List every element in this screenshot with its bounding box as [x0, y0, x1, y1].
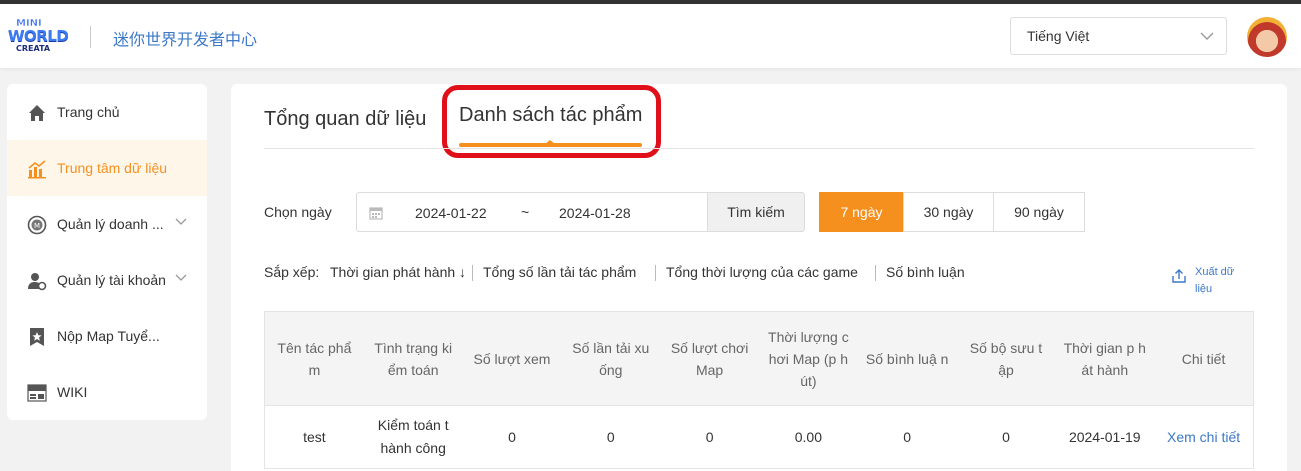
end-date-input[interactable]: 2024-01-28: [559, 205, 631, 221]
column-header: Tên tác phẩm: [277, 339, 352, 378]
tabs-divider: [264, 148, 1254, 149]
chevron-down-icon: [175, 218, 187, 225]
table-header: Tên tác phẩm Tình trạng ki ểm toán Số lư…: [265, 312, 1253, 406]
column-header: Thời gian p hát hành: [1063, 339, 1146, 378]
table-cell: 2024-01-19: [1068, 428, 1141, 445]
site-title[interactable]: 迷你世界开发者中心: [113, 26, 257, 50]
chevron-down-icon: [175, 274, 187, 281]
table-cell: Kiểm toán t hành công: [377, 417, 449, 456]
sidebar-item-label: WIKI: [57, 384, 88, 400]
sort-option-comments[interactable]: Số bình luận: [886, 264, 965, 280]
column-header: Số lượt chơi Map: [670, 339, 749, 378]
column-header: Số bình luậ n: [865, 350, 949, 367]
sort-separator: [472, 265, 473, 281]
sidebar-item-business[interactable]: M Quản lý doanh ...: [7, 196, 207, 252]
sidebar-item-home[interactable]: Trang chủ: [7, 84, 207, 140]
table-row: test Kiểm toán t hành công 0 0 0 0.00 0 …: [265, 406, 1253, 468]
sidebar-item-label: Trang chủ: [57, 104, 120, 120]
logo-line2: WORLD: [8, 27, 69, 45]
table-cell: 0: [705, 428, 714, 445]
sidebar: Trang chủ Trung tâm dữ liệu M Quản lý do…: [7, 84, 207, 420]
sidebar-item-account[interactable]: Quản lý tài khoản: [7, 252, 207, 308]
table-cell: 0: [903, 428, 912, 445]
sort-separator: [875, 265, 876, 281]
view-details-link[interactable]: Xem chi tiết: [1154, 406, 1253, 468]
export-label: Xuất dữ liệu: [1195, 264, 1239, 298]
table-cell: 0: [606, 428, 615, 445]
wiki-icon: [27, 384, 47, 402]
search-button[interactable]: Tìm kiếm: [707, 192, 805, 232]
sidebar-item-label: Nộp Map Tuyể...: [57, 328, 160, 344]
column-header: Số lần tải xu ống: [572, 339, 650, 378]
table-cell: 0.00: [794, 428, 822, 445]
star-badge-icon: [30, 328, 44, 346]
chevron-down-icon: [1200, 32, 1214, 40]
language-value: Tiếng Việt: [1027, 28, 1090, 44]
home-icon: [29, 105, 45, 121]
sidebar-item-label: Quản lý tài khoản: [57, 272, 166, 288]
svg-text:M: M: [34, 222, 40, 230]
sort-option-release-time[interactable]: Thời gian phát hành ↓: [330, 264, 466, 280]
sort-option-play-time[interactable]: Tổng thời lượng của các game: [666, 264, 858, 280]
sort-label: Sắp xếp:: [264, 264, 320, 280]
column-header: Số lượt xem: [473, 350, 551, 367]
range-button-group: 7 ngày 30 ngày 90 ngày: [819, 192, 1085, 232]
range-90-days-button[interactable]: 90 ngày: [993, 192, 1085, 232]
sort-separator: [655, 265, 656, 281]
column-header: Thời lượng chơi Map (p hút): [768, 328, 849, 389]
upload-icon: [1172, 269, 1186, 283]
user-gear-icon: [28, 273, 47, 291]
export-data-button[interactable]: Xuất dữ liệu: [1171, 264, 1251, 298]
range-30-days-button[interactable]: 30 ngày: [903, 192, 994, 232]
start-date-input[interactable]: 2024-01-22: [415, 205, 487, 221]
calendar-icon: [369, 207, 383, 220]
sidebar-item-submit-map[interactable]: Nộp Map Tuyể...: [7, 308, 207, 364]
header-bar: MINI WORLD CREATA 迷你世界开发者中心 Tiếng Việt: [0, 4, 1301, 68]
export-label-line1: Xuất dữ: [1195, 266, 1235, 278]
table-cell: 0: [1002, 428, 1010, 445]
export-label-line2: liệu: [1195, 283, 1213, 295]
date-range-picker[interactable]: 2024-01-22 ~ 2024-01-28: [356, 192, 707, 232]
chart-icon: [28, 160, 46, 179]
sort-option-downloads[interactable]: Tổng số lần tải tác phẩm: [483, 264, 636, 280]
sidebar-item-label: Quản lý doanh ...: [57, 216, 164, 232]
sidebar-item-data-center[interactable]: Trung tâm dữ liệu: [7, 140, 207, 196]
user-avatar[interactable]: [1247, 17, 1287, 57]
tab-data-overview[interactable]: Tổng quan dữ liệu: [264, 108, 426, 131]
mini-world-logo[interactable]: MINI WORLD CREATA: [8, 18, 69, 54]
column-header: Số bộ sưu t ập: [969, 339, 1043, 378]
table-cell: test: [303, 428, 326, 445]
sidebar-item-wiki[interactable]: WIKI: [7, 364, 207, 420]
works-table: Tên tác phẩm Tình trạng ki ểm toán Số lư…: [264, 311, 1254, 469]
column-header: Chi tiết: [1181, 350, 1226, 367]
language-select[interactable]: Tiếng Việt: [1010, 17, 1227, 55]
date-label: Chọn ngày: [264, 204, 332, 220]
sidebar-item-label: Trung tâm dữ liệu: [57, 160, 168, 176]
range-7-days-button[interactable]: 7 ngày: [819, 192, 904, 232]
coin-icon: M: [27, 215, 47, 235]
column-header: Tình trạng ki ểm toán: [374, 339, 453, 378]
header-divider: [90, 26, 91, 48]
main-panel: Tổng quan dữ liệu Danh sách tác phẩm Chọ…: [231, 84, 1287, 471]
date-separator: ~: [521, 204, 530, 220]
logo-line3: CREATA: [16, 44, 51, 53]
table-cell: 0: [508, 428, 516, 445]
